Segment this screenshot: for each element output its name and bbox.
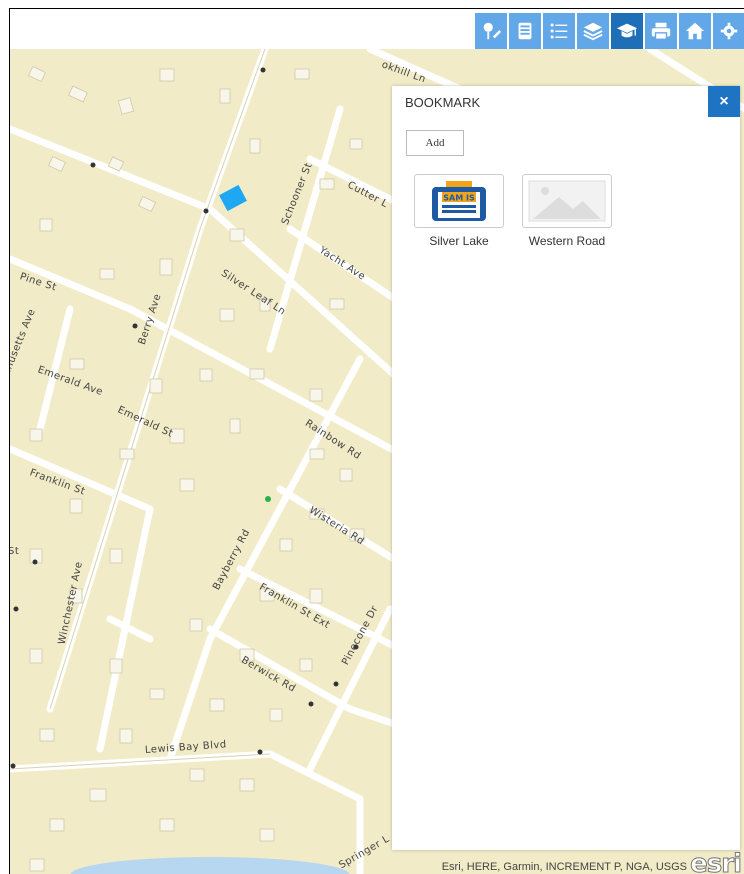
street-label: St xyxy=(10,546,20,557)
gear-icon xyxy=(720,22,738,40)
image-placeholder-icon xyxy=(528,180,606,222)
identify-tool-button[interactable] xyxy=(475,13,507,49)
sam-logo: SAM IS xyxy=(432,181,486,221)
top-bar xyxy=(10,9,744,49)
toolbar xyxy=(473,13,744,49)
bookmark-thumbnail: SAM IS xyxy=(414,174,504,228)
graduation-cap-icon xyxy=(616,23,638,38)
layers-icon xyxy=(583,22,603,41)
add-bookmark-button[interactable]: Add xyxy=(406,130,464,156)
bookmark-thumbnail xyxy=(522,174,612,228)
bookmark-label: Western Road xyxy=(528,234,606,248)
printer-icon xyxy=(651,22,671,40)
bookmark-panel: BOOKMARK Add SAM IS Silver Lake Western … xyxy=(392,86,740,850)
list-icon xyxy=(550,23,568,39)
pin-pencil-icon xyxy=(483,22,502,40)
basemap-icon xyxy=(518,22,532,40)
esri-logo: esri xyxy=(690,849,743,874)
map-attribution: Esri, HERE, Garmin, INCREMENT P, NGA, US… xyxy=(441,861,687,873)
home-tool-button[interactable] xyxy=(679,13,711,49)
home-icon xyxy=(685,22,705,40)
settings-tool-button[interactable] xyxy=(713,13,744,49)
close-panel-button[interactable]: × xyxy=(708,86,740,117)
print-tool-button[interactable] xyxy=(645,13,677,49)
layers-tool-button[interactable] xyxy=(577,13,609,49)
legend-tool-button[interactable] xyxy=(543,13,575,49)
bookmark-tool-button[interactable] xyxy=(611,13,643,49)
basemap-tool-button[interactable] xyxy=(509,13,541,49)
svg-text:SAM IS: SAM IS xyxy=(443,194,475,203)
panel-title: BOOKMARK xyxy=(405,95,481,110)
bookmark-item-silver-lake[interactable]: SAM IS Silver Lake xyxy=(414,174,504,248)
bookmark-label: Silver Lake xyxy=(429,234,489,248)
bookmark-item-western-road[interactable]: Western Road xyxy=(522,174,612,248)
